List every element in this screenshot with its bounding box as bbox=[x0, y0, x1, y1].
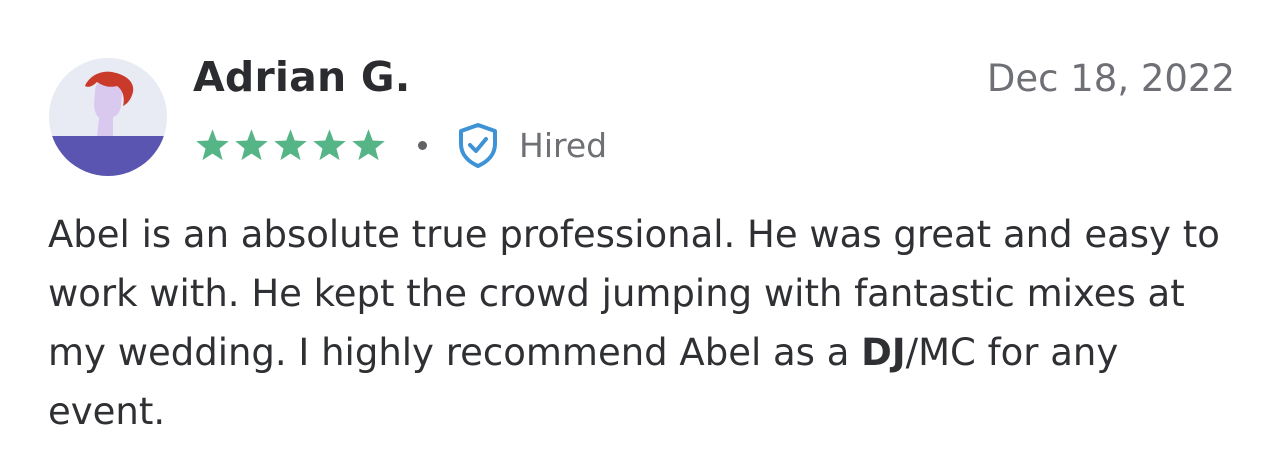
hired-badge-label: Hired bbox=[519, 125, 608, 165]
review-body: Abel is an absolute true professional. H… bbox=[48, 205, 1238, 441]
star-rating bbox=[193, 126, 388, 165]
star-icon bbox=[271, 126, 310, 165]
star-icon bbox=[310, 126, 349, 165]
review-body-bold: DJ bbox=[861, 331, 906, 374]
reviewer-avatar[interactable] bbox=[49, 58, 167, 176]
star-icon bbox=[349, 126, 388, 165]
avatar-image bbox=[49, 58, 167, 176]
review-meta: Hired bbox=[193, 122, 607, 168]
separator-dot bbox=[418, 140, 427, 150]
star-icon bbox=[193, 126, 232, 165]
star-icon bbox=[232, 126, 271, 165]
reviewer-name[interactable]: Adrian G. bbox=[193, 53, 411, 101]
review-card: Adrian G. Dec 18, 2022 Hired Abel is an … bbox=[0, 0, 1283, 471]
shield-check-icon bbox=[457, 122, 499, 168]
review-date: Dec 18, 2022 bbox=[986, 57, 1235, 100]
